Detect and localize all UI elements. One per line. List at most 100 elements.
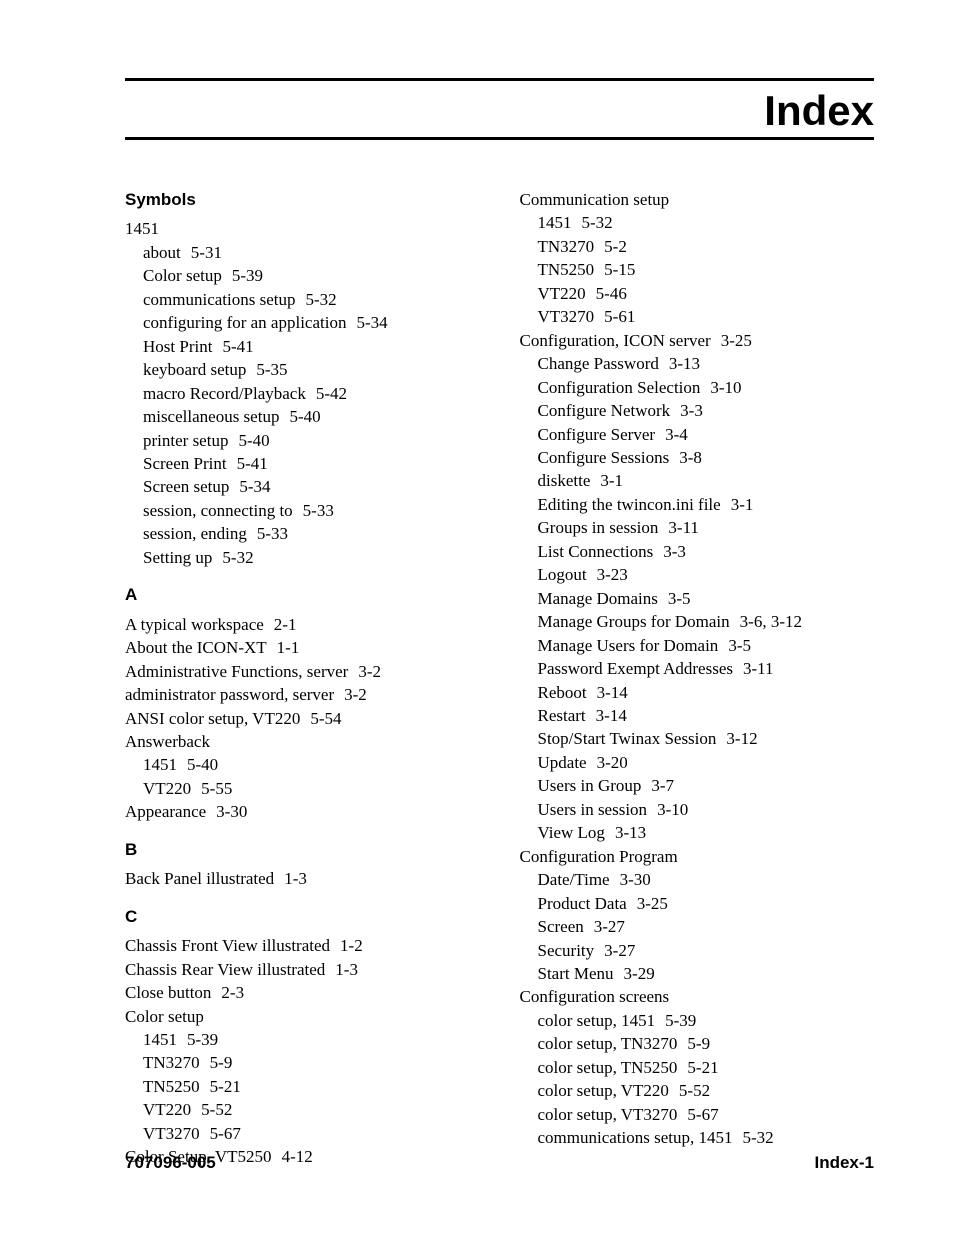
index-term: Configure Server bbox=[538, 425, 656, 444]
index-term: Manage Users for Domain bbox=[538, 636, 719, 655]
index-term: Manage Domains bbox=[538, 589, 658, 608]
index-locator: 5-32 bbox=[222, 548, 253, 567]
index-entry: miscellaneous setup5-40 bbox=[125, 405, 480, 428]
index-entry: Back Panel illustrated1-3 bbox=[125, 867, 480, 890]
index-locator: 5-40 bbox=[187, 755, 218, 774]
index-locator: 5-46 bbox=[596, 284, 627, 303]
index-locator: 3-8 bbox=[679, 448, 702, 467]
index-term: About the ICON-XT bbox=[125, 638, 267, 657]
index-term: Back Panel illustrated bbox=[125, 869, 274, 888]
index-locator: 3-5 bbox=[728, 636, 751, 655]
index-locator: 3-14 bbox=[596, 706, 627, 725]
index-entry: Chassis Front View illustrated1-2 bbox=[125, 934, 480, 957]
index-entry: communications setup 5-32 bbox=[125, 288, 480, 311]
index-term: Chassis Rear View illustrated bbox=[125, 960, 325, 979]
index-entry: Answerback bbox=[125, 730, 480, 753]
index-entry: ANSI color setup, VT2205-54 bbox=[125, 707, 480, 730]
index-entry: List Connections3-3 bbox=[520, 540, 875, 563]
index-term: Groups in session bbox=[538, 518, 659, 537]
index-locator: 3-2 bbox=[344, 685, 367, 704]
index-locator: 5-32 bbox=[582, 213, 613, 232]
index-term: VT3270 bbox=[143, 1124, 200, 1143]
index-term: Configure Sessions bbox=[538, 448, 670, 467]
index-locator: 3-14 bbox=[597, 683, 628, 702]
index-entry: Setting up5-32 bbox=[125, 546, 480, 569]
index-entry: Manage Groups for Domain 3-6, 3-12 bbox=[520, 610, 875, 633]
index-entry: Chassis Rear View illustrated 1-3 bbox=[125, 958, 480, 981]
index-entry: configuring for an application 5-34 bbox=[125, 311, 480, 334]
index-locator: 3-7 bbox=[651, 776, 674, 795]
index-locator: 5-33 bbox=[257, 524, 288, 543]
index-entry: session, connecting to 5-33 bbox=[125, 499, 480, 522]
index-entry: 1451 5-32 bbox=[520, 211, 875, 234]
footer-left: 707096-005 bbox=[125, 1153, 216, 1173]
index-locator: 5-34 bbox=[356, 313, 387, 332]
index-entry: Manage Domains 3-5 bbox=[520, 587, 875, 610]
index-entry: About the ICON-XT1-1 bbox=[125, 636, 480, 659]
index-entry: TN52505-21 bbox=[125, 1075, 480, 1098]
index-entry: Configuration Selection3-10 bbox=[520, 376, 875, 399]
index-locator: 3-5 bbox=[668, 589, 691, 608]
index-locator: 5-39 bbox=[665, 1011, 696, 1030]
index-locator: 5-67 bbox=[687, 1105, 718, 1124]
index-term: VT220 bbox=[143, 1100, 191, 1119]
index-term: session, ending bbox=[143, 524, 247, 543]
index-term: TN5250 bbox=[538, 260, 595, 279]
index-entry: 1451 bbox=[125, 217, 480, 240]
index-locator: 3-2 bbox=[358, 662, 381, 681]
index-locator: 3-3 bbox=[680, 401, 703, 420]
index-entry: diskette3-1 bbox=[520, 469, 875, 492]
index-locator: 1-2 bbox=[340, 936, 363, 955]
index-entry: Screen setup5-34 bbox=[125, 475, 480, 498]
section-heading: B bbox=[125, 838, 480, 861]
index-locator: 3-1 bbox=[731, 495, 754, 514]
index-locator: 5-9 bbox=[210, 1053, 233, 1072]
index-term: configuring for an application bbox=[143, 313, 346, 332]
index-term: session, connecting to bbox=[143, 501, 293, 520]
index-entry: Communication setup bbox=[520, 188, 875, 211]
index-entry: keyboard setup5-35 bbox=[125, 358, 480, 381]
page-title: Index bbox=[125, 87, 874, 135]
index-term: color setup, 1451 bbox=[538, 1011, 656, 1030]
index-entry: Screen Print5-41 bbox=[125, 452, 480, 475]
index-term: Appearance bbox=[125, 802, 206, 821]
index-term: Users in Group bbox=[538, 776, 642, 795]
index-entry: Manage Users for Domain 3-5 bbox=[520, 634, 875, 657]
index-term: VT3270 bbox=[538, 307, 595, 326]
index-term: communications setup bbox=[143, 290, 296, 309]
index-locator: 3-30 bbox=[216, 802, 247, 821]
title-rule-thick bbox=[125, 137, 874, 140]
index-locator: 3-12 bbox=[726, 729, 757, 748]
index-term: keyboard setup bbox=[143, 360, 246, 379]
index-term: Password Exempt Addresses bbox=[538, 659, 733, 678]
index-entry: Logout3-23 bbox=[520, 563, 875, 586]
index-locator: 3-1 bbox=[600, 471, 623, 490]
index-term: Start Menu bbox=[538, 964, 614, 983]
index-locator: 3-6, 3-12 bbox=[740, 612, 802, 631]
index-term: 1451 bbox=[538, 213, 572, 232]
index-term: Manage Groups for Domain bbox=[538, 612, 730, 631]
index-entry: View Log3-13 bbox=[520, 821, 875, 844]
index-term: Color setup bbox=[125, 1007, 204, 1026]
index-entry: session, ending 5-33 bbox=[125, 522, 480, 545]
index-locator: 3-27 bbox=[594, 917, 625, 936]
index-locator: 1-3 bbox=[335, 960, 358, 979]
index-entry: printer setup5-40 bbox=[125, 429, 480, 452]
index-term: color setup, VT3270 bbox=[538, 1105, 678, 1124]
index-columns: Symbols1451about5-31Color setup5-39commu… bbox=[125, 188, 874, 1169]
index-term: Logout bbox=[538, 565, 587, 584]
index-locator: 5-9 bbox=[687, 1034, 710, 1053]
index-entry: about5-31 bbox=[125, 241, 480, 264]
index-entry: Configure Network3-3 bbox=[520, 399, 875, 422]
index-entry: TN32705-2 bbox=[520, 235, 875, 258]
index-locator: 5-33 bbox=[303, 501, 334, 520]
index-term: color setup, VT220 bbox=[538, 1081, 669, 1100]
index-entry: Configuration, ICON server3-25 bbox=[520, 329, 875, 352]
footer-right: Index-1 bbox=[814, 1153, 874, 1173]
index-entry: Security3-27 bbox=[520, 939, 875, 962]
index-entry: color setup, VT3270 5-67 bbox=[520, 1103, 875, 1126]
index-entry: Configuration screens bbox=[520, 985, 875, 1008]
index-locator: 5-32 bbox=[306, 290, 337, 309]
index-entry: Appearance 3-30 bbox=[125, 800, 480, 823]
index-term: communications setup, 1451 bbox=[538, 1128, 733, 1147]
